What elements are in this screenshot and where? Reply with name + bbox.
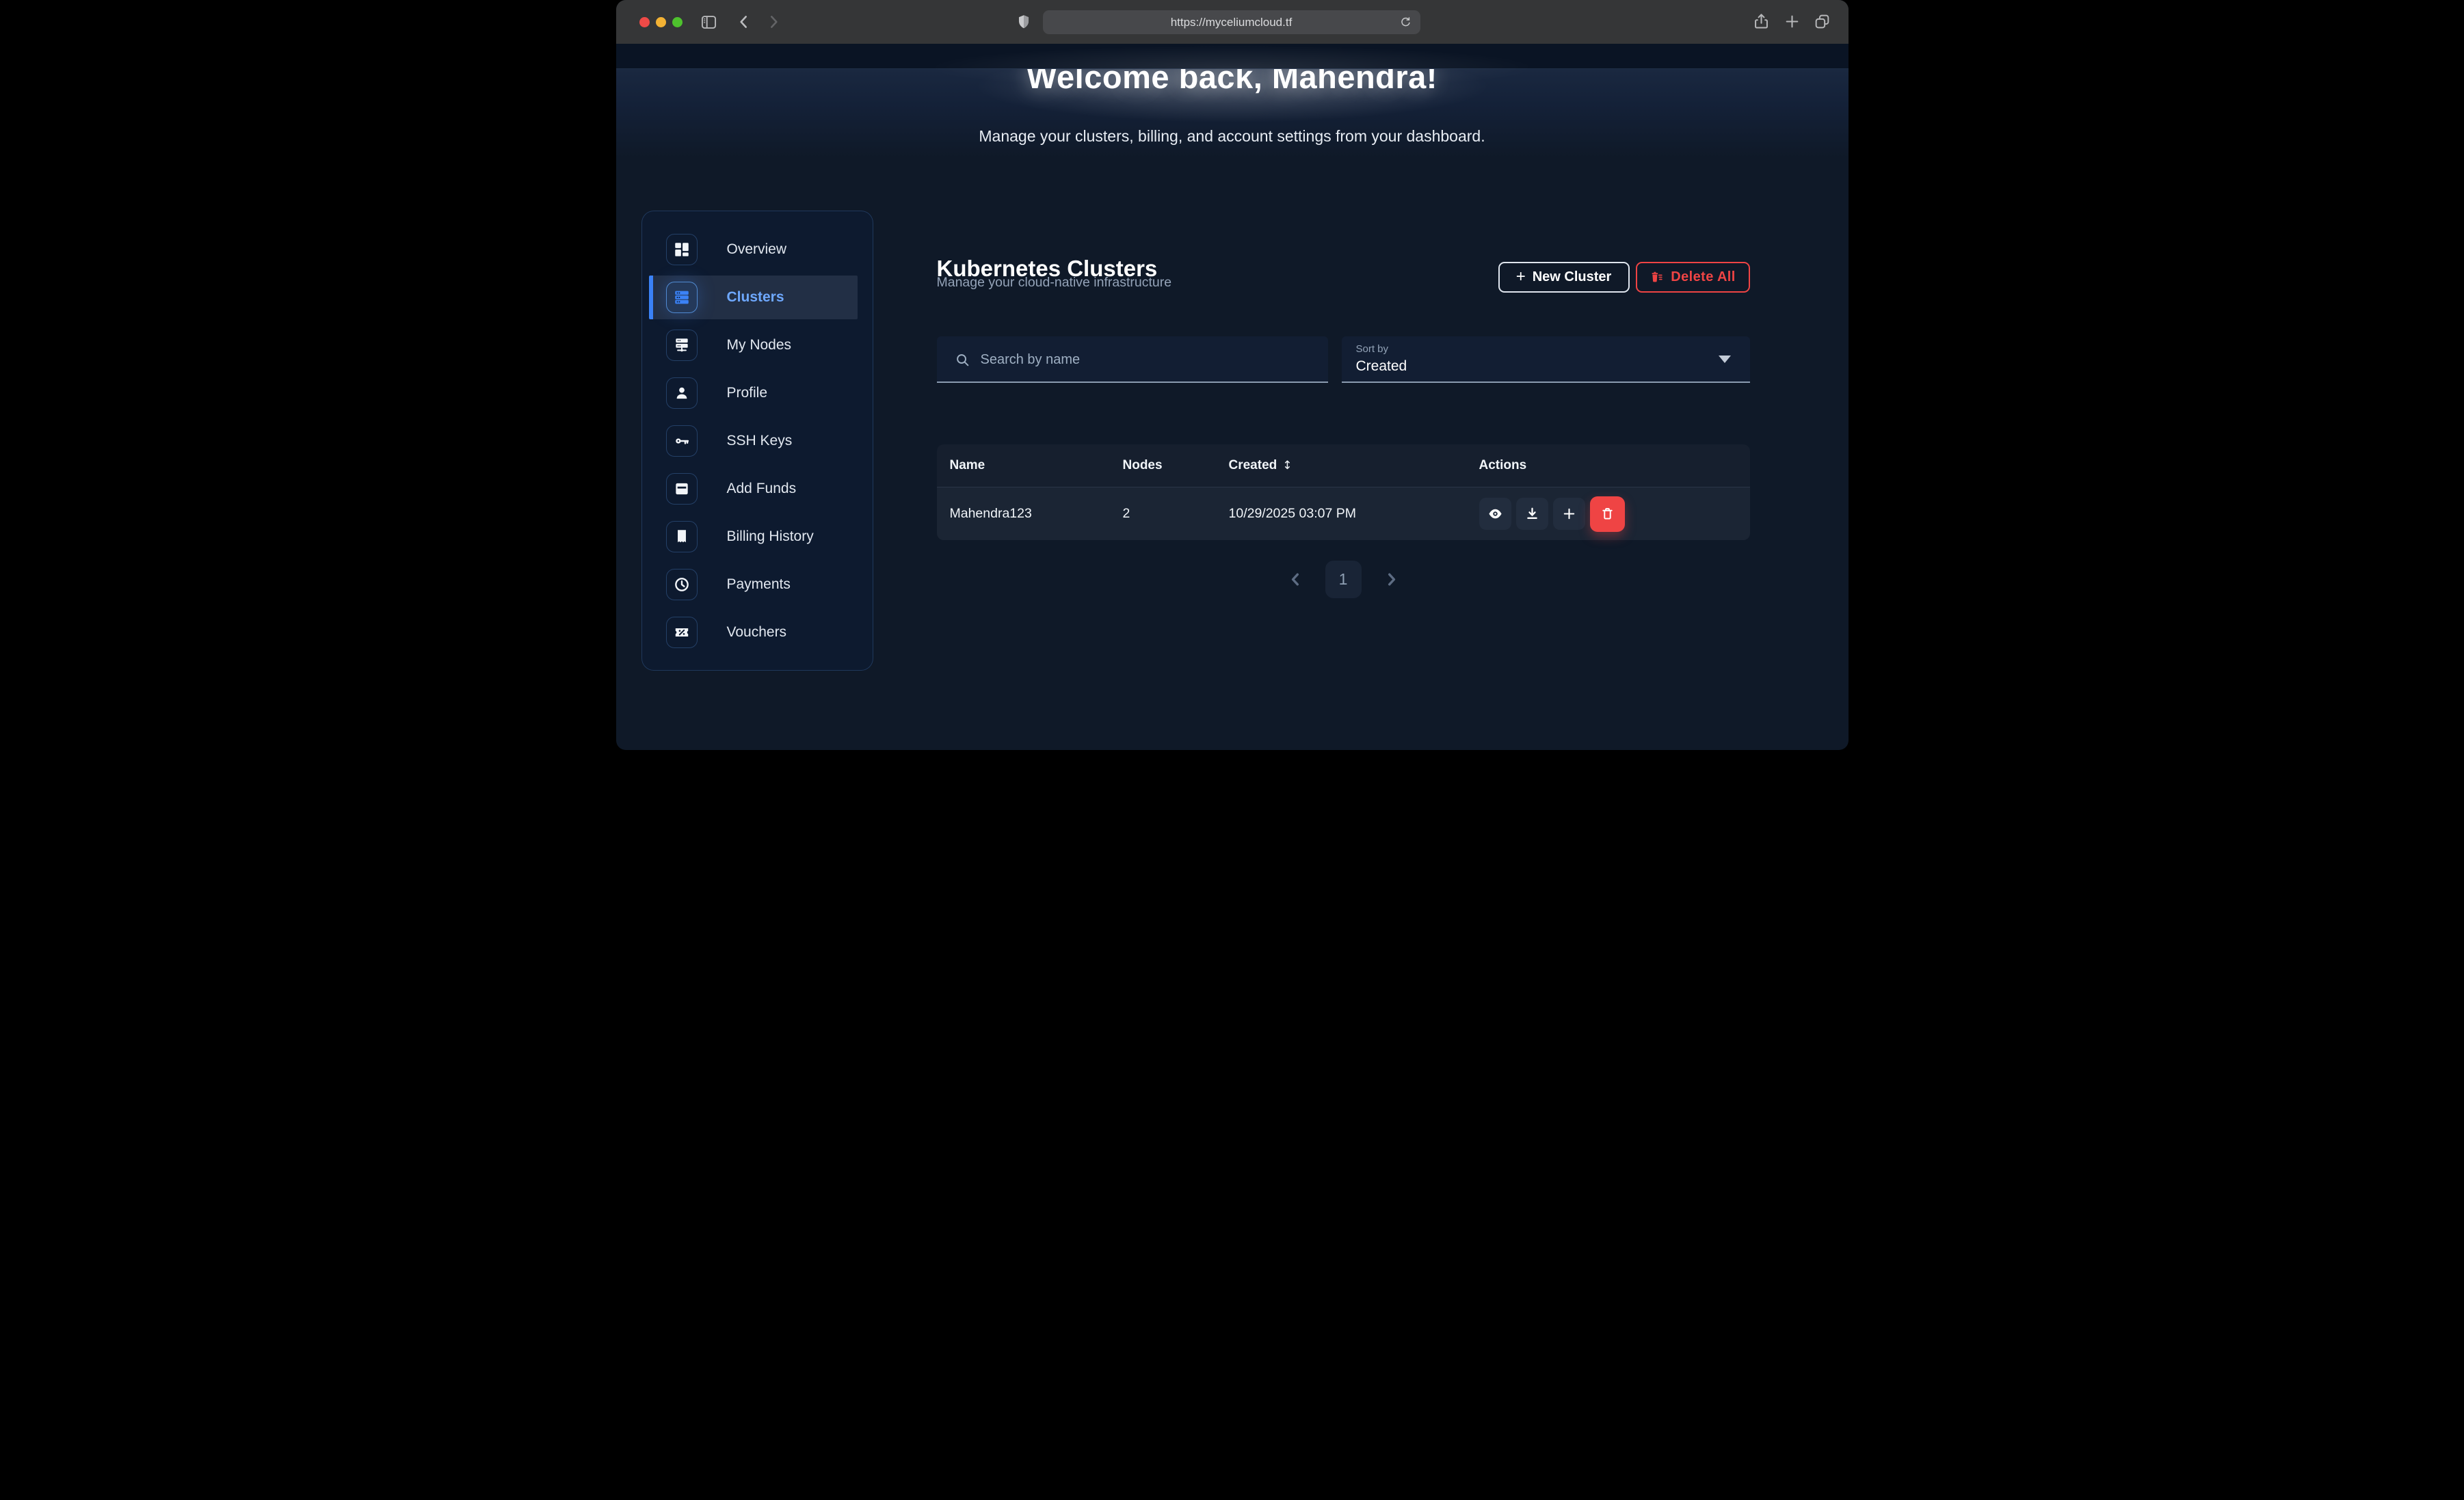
cluster-actions-cell: [1479, 496, 1750, 532]
wallet-icon: [666, 473, 698, 505]
plus-icon: +: [1516, 269, 1526, 285]
cluster-created-cell: 10/29/2025 03:07 PM: [1229, 506, 1479, 522]
sidebar-item-profile[interactable]: Profile: [642, 371, 873, 415]
sidebar-item-label: Billing History: [727, 528, 814, 545]
sidebar-item-label: My Nodes: [727, 337, 792, 353]
receipt-icon: [666, 521, 698, 552]
url-text: https://myceliumcloud.tf: [1171, 16, 1293, 29]
pagination-prev-chevron-icon[interactable]: [1286, 570, 1305, 589]
new-tab-plus-icon[interactable]: [1784, 13, 1801, 30]
page-top-strip: [616, 44, 1849, 69]
new-cluster-button[interactable]: + New Cluster: [1498, 262, 1630, 293]
sidebar-item-label: Payments: [727, 576, 791, 593]
sidebar-item-label: Overview: [727, 241, 787, 258]
pagination-next-chevron-icon[interactable]: [1382, 570, 1401, 589]
trash-sweep-icon: [1650, 270, 1664, 284]
sidebar-item-label: Clusters: [727, 289, 784, 306]
sidebar-toggle-icon[interactable]: [700, 13, 718, 31]
view-eye-icon: [1487, 506, 1503, 522]
zoom-icon[interactable]: [672, 17, 683, 27]
welcome-subtitle: Manage your clusters, billing, and accou…: [616, 127, 1849, 146]
search-input[interactable]: [979, 336, 1310, 383]
cluster-nodes-cell: 2: [1123, 506, 1229, 522]
sidebar-nav: Overview Clusters My Nodes Profile SSH K: [641, 211, 873, 671]
column-header-nodes: Nodes: [1123, 458, 1229, 473]
sidebar-item-add-funds[interactable]: Add Funds: [642, 467, 873, 511]
column-header-name: Name: [937, 458, 1123, 473]
sidebar-item-clusters[interactable]: Clusters: [649, 276, 858, 319]
nodes-icon: [666, 330, 698, 361]
reload-icon[interactable]: [1399, 16, 1412, 32]
sidebar-item-label: SSH Keys: [727, 433, 793, 449]
cluster-name-cell: Mahendra123: [937, 506, 1123, 522]
sidebar-item-label: Profile: [727, 385, 768, 401]
table-header-row: Name Nodes Created ↕ Actions: [937, 444, 1750, 487]
close-icon[interactable]: [639, 17, 650, 27]
share-icon[interactable]: [1752, 12, 1771, 31]
sidebar-item-overview[interactable]: Overview: [642, 228, 873, 271]
clock-icon: [666, 569, 698, 600]
delete-trash-icon: [1600, 506, 1615, 522]
delete-all-button[interactable]: Delete All: [1636, 262, 1750, 293]
sort-updown-icon: ↕: [1282, 459, 1292, 472]
key-icon: [666, 425, 698, 457]
table-row: Mahendra123 2 10/29/2025 03:07 PM: [937, 487, 1750, 540]
minimize-icon[interactable]: [656, 17, 666, 27]
sidebar-item-ssh-keys[interactable]: SSH Keys: [642, 419, 873, 463]
sidebar-item-label: Add Funds: [727, 481, 797, 497]
pagination: 1: [937, 561, 1750, 598]
shield-icon[interactable]: [1015, 13, 1033, 31]
view-cluster-button[interactable]: [1479, 498, 1511, 530]
download-kubeconfig-button[interactable]: [1516, 498, 1548, 530]
delete-all-label: Delete All: [1671, 269, 1735, 285]
sidebar-item-billing-history[interactable]: Billing History: [642, 515, 873, 559]
back-chevron-icon[interactable]: [735, 13, 753, 31]
pagination-page-1[interactable]: 1: [1325, 561, 1362, 598]
caret-down-icon: [1719, 356, 1731, 363]
sort-dropdown[interactable]: Sort by Created: [1342, 336, 1750, 383]
address-bar[interactable]: https://myceliumcloud.tf: [1043, 10, 1420, 34]
sort-selected-value: Created: [1356, 358, 1407, 375]
sidebar-item-vouchers[interactable]: Vouchers: [642, 611, 873, 654]
add-node-plus-icon: [1561, 506, 1577, 522]
search-icon: [955, 352, 970, 368]
column-header-actions: Actions: [1479, 458, 1750, 473]
sidebar-item-label: Vouchers: [727, 624, 787, 641]
new-cluster-label: New Cluster: [1533, 269, 1612, 285]
forward-chevron-icon[interactable]: [765, 13, 782, 31]
dashboard-icon: [666, 234, 698, 265]
search-field: [937, 336, 1328, 383]
column-header-created[interactable]: Created ↕: [1229, 458, 1479, 473]
welcome-title: Welcome back, Mahendra!: [616, 69, 1849, 96]
sidebar-item-payments[interactable]: Payments: [642, 563, 873, 606]
browser-window: https://myceliumcloud.tf Welcome back, M…: [616, 0, 1849, 750]
ticket-percent-icon: [666, 617, 698, 648]
page-subtitle: Manage your cloud-native infrastructure: [937, 275, 1172, 291]
clusters-table: Name Nodes Created ↕ Actions Mahendra123 …: [937, 444, 1750, 540]
server-stack-icon: [666, 282, 698, 313]
sidebar-item-my-nodes[interactable]: My Nodes: [642, 323, 873, 367]
created-header-label: Created: [1229, 458, 1277, 472]
browser-toolbar: https://myceliumcloud.tf: [616, 0, 1849, 44]
add-node-button[interactable]: [1553, 498, 1585, 530]
download-icon: [1524, 506, 1540, 522]
user-icon: [666, 377, 698, 409]
tabs-overview-icon[interactable]: [1814, 13, 1831, 30]
sort-by-label: Sort by: [1356, 343, 1389, 355]
delete-cluster-button[interactable]: [1590, 496, 1625, 532]
